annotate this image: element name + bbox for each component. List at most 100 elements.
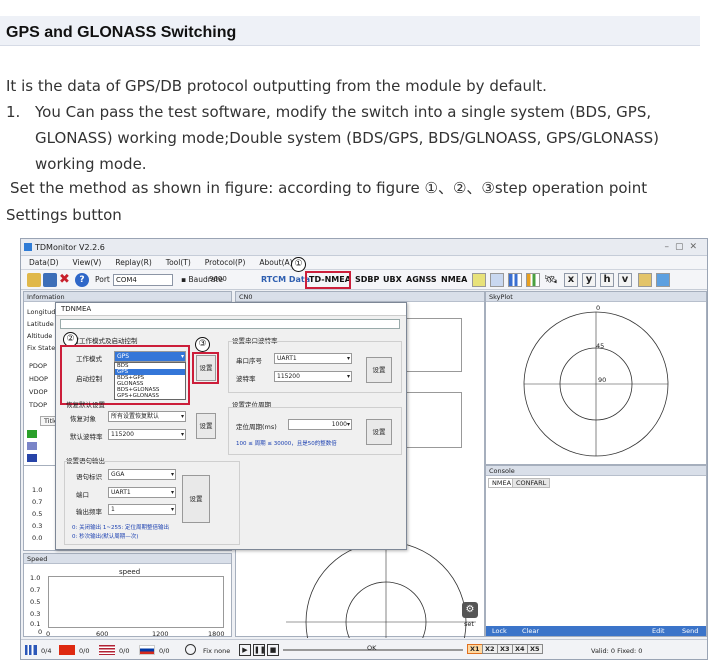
set-label: set	[464, 620, 474, 628]
list-number: 1.	[6, 103, 21, 121]
menu-tool[interactable]: Tool(T)	[166, 256, 191, 269]
speed-x5-button[interactable]: X5	[527, 644, 543, 654]
serial-baud-select[interactable]: 115200	[274, 371, 352, 382]
output-port-select[interactable]: UART1	[108, 487, 176, 498]
cn0-header: CN0	[236, 292, 484, 302]
console-panel: Console NMEA CONFARL Lock Clear Edit Sen…	[485, 465, 707, 637]
left-tick-5: 0.0	[32, 534, 43, 542]
section-heading: GPS and GLONASS Switching	[6, 24, 237, 41]
rtcm-data-tab[interactable]: RTCM Data	[261, 275, 310, 284]
edit-button[interactable]: Edit	[652, 627, 665, 635]
mode-select[interactable]: GPS	[114, 351, 186, 362]
default-baud-select[interactable]: 115200	[108, 429, 186, 440]
speed-tick-y6: 0	[38, 628, 43, 636]
menu-about[interactable]: About(A)	[259, 256, 292, 269]
port-label: Port	[95, 275, 110, 284]
default-baud-label: 默认波特率	[70, 433, 103, 441]
x-button[interactable]: x	[564, 273, 578, 287]
send-button[interactable]: Send	[682, 627, 698, 635]
settings-gear-icon[interactable]: ⚙	[462, 602, 478, 618]
port-select[interactable]: COM4	[113, 274, 173, 286]
speed-x2-button[interactable]: X2	[482, 644, 498, 654]
speed-x1-button[interactable]: X1	[467, 644, 483, 654]
menu-replay[interactable]: Replay(R)	[115, 256, 151, 269]
lock-button[interactable]: Lock	[492, 627, 507, 635]
speed-panel: Speed speed 1.0 0.7 0.5 0.3 0.1 0 0 600 …	[23, 553, 232, 638]
cn0-box-bottom	[402, 392, 462, 448]
dialog-command-input[interactable]	[60, 319, 400, 329]
restore-set-button[interactable]: 设置	[196, 413, 216, 439]
menu-data[interactable]: Data(D)	[29, 256, 59, 269]
speed-tick-x4: 1800	[208, 630, 225, 638]
period-set-button[interactable]: 设置	[366, 419, 392, 445]
pause-button[interactable]: ❚❚	[253, 644, 266, 656]
freq-hint-2: 0: 秒次输出(默认周期—次)	[72, 534, 139, 540]
serial-set-button[interactable]: 设置	[366, 357, 392, 383]
sdbp-tab[interactable]: SDBP	[355, 275, 379, 284]
mode-option[interactable]: GPS+GLONASS	[115, 393, 185, 399]
play-button[interactable]: ▶	[239, 644, 251, 656]
output-set-button[interactable]: 设置	[182, 475, 210, 523]
speed-x3-button[interactable]: X3	[497, 644, 513, 654]
restore-target-select[interactable]: 所有设置恢复默认	[108, 411, 186, 422]
speed-x4-button[interactable]: X4	[512, 644, 528, 654]
speed-tick-y2: 0.7	[30, 586, 41, 594]
mode-options-list[interactable]: BDS GPS BDS+GPS GLONASS BDS+GLONASS GPS+…	[114, 362, 186, 400]
y-button[interactable]: y	[582, 273, 596, 287]
ubx-tab[interactable]: UBX	[383, 275, 402, 284]
stop-button[interactable]: ■	[267, 644, 279, 656]
menu-protocol[interactable]: Protocol(P)	[205, 256, 246, 269]
clear-button[interactable]: Clear	[522, 627, 539, 635]
step1-marker: ①	[291, 257, 306, 272]
output-port-label: 端口	[76, 491, 89, 499]
skyplot-header: SkyPlot	[486, 292, 706, 302]
bar-chart-icon[interactable]	[508, 273, 522, 287]
h-button[interactable]: h	[600, 273, 614, 287]
close-icon[interactable]: ✖	[59, 273, 73, 287]
speed-chart-title: speed	[119, 568, 141, 576]
skyplot-chart	[523, 311, 669, 457]
help-icon[interactable]: ?	[75, 273, 89, 287]
fix-status: Fix none	[203, 647, 231, 655]
list-text: You Can pass the test software, modify t…	[35, 103, 660, 173]
serial-no-select[interactable]: UART1	[274, 353, 352, 364]
window-controls[interactable]: –▢✕	[664, 239, 703, 256]
table-icon[interactable]	[490, 273, 504, 287]
satellite-icon[interactable]: 🛰	[544, 273, 558, 287]
sentence-select[interactable]: GGA	[108, 469, 176, 480]
nmea-tab[interactable]: NMEA	[441, 275, 467, 284]
speed-tick-x2: 600	[96, 630, 109, 638]
open-folder-icon[interactable]	[27, 273, 41, 287]
dop-hdop: HDOP	[29, 375, 48, 383]
period-hint: 100 ≤ 周期 ≤ 30000，且是50的整数倍	[236, 441, 337, 447]
dop-pdop: PDOP	[29, 362, 47, 370]
serial-no-label: 串口序号	[236, 357, 262, 365]
toolbar: ✖ ? Port COM4 ▪ Baudrate 9600 RTCM Data …	[21, 270, 707, 290]
agnss-tab[interactable]: AGNSS	[406, 275, 437, 284]
app-icon	[24, 243, 32, 251]
baudrate-select[interactable]: 9600	[207, 274, 255, 286]
record-icon[interactable]	[638, 273, 652, 287]
sentence-label: 语句标识	[76, 473, 102, 481]
restore-target-label: 恢复对象	[70, 415, 96, 423]
console-tab-confarl[interactable]: CONFARL	[512, 478, 551, 488]
skyplot-label-0: 0	[596, 304, 601, 312]
freq-input[interactable]: 1	[108, 504, 176, 515]
menu-bar: Data(D) View(V) Replay(R) Tool(T) Protoc…	[21, 256, 707, 270]
skyplot-label-90: 90	[598, 376, 607, 384]
dialog-title: TDNMEA	[56, 303, 406, 316]
monitor-icon[interactable]	[656, 273, 670, 287]
start-control-label: 启动控制	[76, 375, 102, 383]
list-icon[interactable]	[472, 273, 486, 287]
period-input[interactable]: 1000	[288, 419, 352, 430]
console-tab-nmea[interactable]: NMEA	[488, 478, 516, 488]
restore-section-label: 恢复默认设置	[66, 401, 105, 409]
mode-set-button[interactable]: 设置	[196, 355, 216, 381]
save-icon[interactable]	[43, 273, 57, 287]
speed-header: Speed	[24, 554, 231, 564]
status-bar: 0/4 0/0 0/0 0/0 Fix none ▶ ❚❚ ■ OK X1 X2…	[21, 639, 707, 659]
menu-view[interactable]: View(V)	[73, 256, 102, 269]
signal-chart-icon[interactable]	[526, 273, 540, 287]
v-button[interactable]: v	[618, 273, 632, 287]
app-screenshot: TDMonitor V2.2.6 –▢✕ Data(D) View(V) Rep…	[20, 238, 708, 660]
